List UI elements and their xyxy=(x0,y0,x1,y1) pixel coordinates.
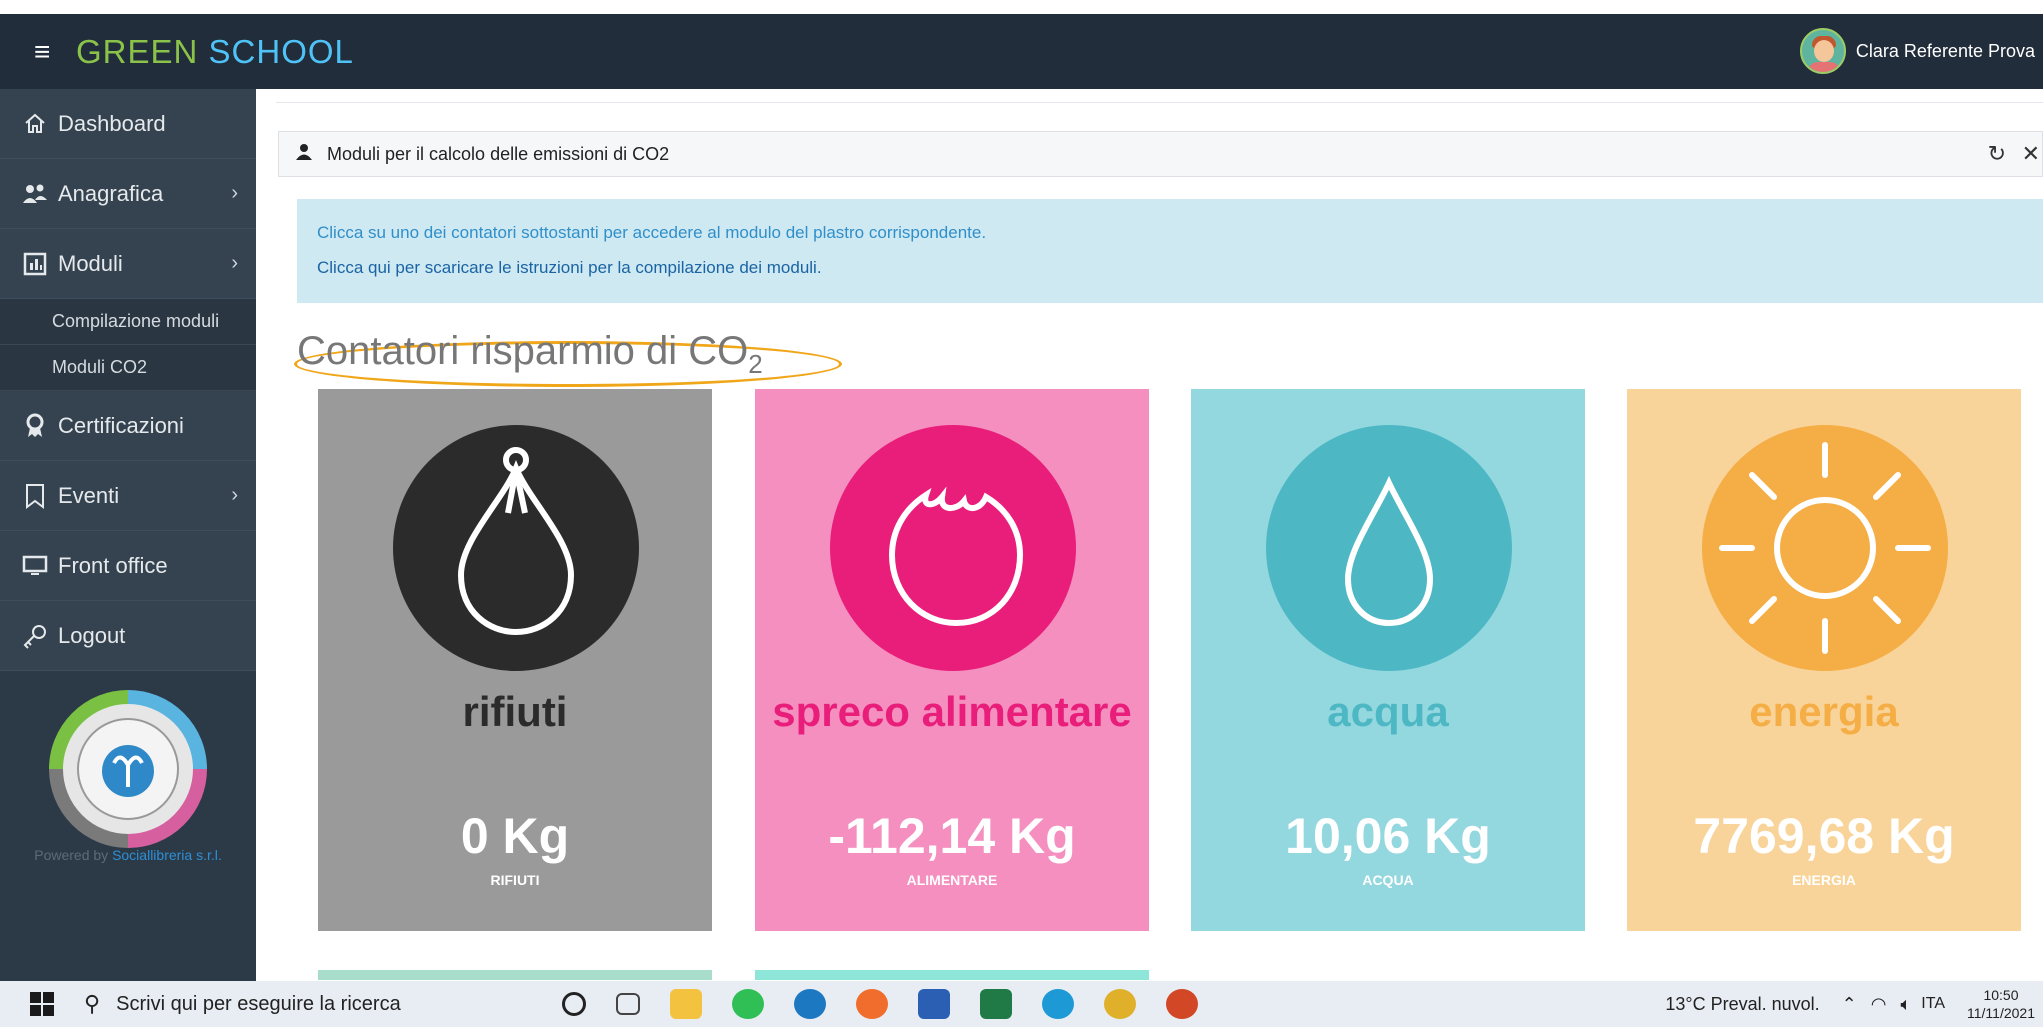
chart-icon xyxy=(22,251,48,277)
tray-chevron-up-icon[interactable]: ⌃ xyxy=(1842,994,1857,1015)
card-sub: ACQUA xyxy=(1362,872,1414,888)
app-header: ≡ GREEN SCHOOL Clara Referente Prova xyxy=(0,14,2043,89)
sidebar-item-compilazione-moduli[interactable]: Compilazione moduli xyxy=(0,299,256,345)
clock[interactable]: 10:50 11/11/2021 xyxy=(1967,986,2035,1022)
info-alert: Clicca su uno dei contatori sottostanti … xyxy=(297,199,2043,303)
firefox-icon[interactable] xyxy=(856,989,888,1019)
taskbar: ⚲ Scrivi qui per eseguire la ricerca 13°… xyxy=(0,981,2043,1027)
sidebar-item-moduli-co2[interactable]: Moduli CO2 xyxy=(0,345,256,391)
card-name: acqua xyxy=(1327,688,1449,735)
close-icon[interactable]: ✕ xyxy=(2022,141,2040,167)
whatsapp-icon[interactable] xyxy=(732,989,764,1019)
card-sub: RIFIUTI xyxy=(490,872,540,888)
counter-card-energia[interactable]: energia 7769,68 Kg ENERGIA xyxy=(1627,389,2021,931)
sidebar-item-logout[interactable]: Logout xyxy=(0,601,256,671)
counter-card-spreco-alimentare[interactable]: spreco alimentare -112,14 Kg ALIMENTARE xyxy=(755,389,1149,931)
language-indicator[interactable]: ITA xyxy=(1921,995,1945,1013)
monitor-icon xyxy=(22,553,48,579)
sidebar-item-dashboard[interactable]: Dashboard xyxy=(0,89,256,159)
chrome-icon[interactable] xyxy=(1104,989,1136,1019)
award-icon xyxy=(22,413,48,439)
chevron-right-icon: › xyxy=(231,252,238,274)
network-icon[interactable]: ◠ xyxy=(1871,994,1887,1015)
card-value: 10,06 Kg xyxy=(1285,808,1491,864)
card-value: 7769,68 Kg xyxy=(1693,808,1955,864)
edge-icon[interactable] xyxy=(1042,989,1074,1019)
sidebar-item-front-office[interactable]: Front office xyxy=(0,531,256,601)
card-value: 0 Kg xyxy=(460,808,570,864)
counter-card-rifiuti[interactable]: rifiuti 0 Kg RIFIUTI xyxy=(318,389,712,931)
water-drop-icon xyxy=(1266,425,1512,671)
counter-card-acqua[interactable]: acqua 10,06 Kg ACQUA xyxy=(1191,389,1585,931)
main-content: Moduli per il calcolo delle emissioni di… xyxy=(256,89,2043,981)
system-tray: 13°C Preval. nuvol. ⌃ ◠ 🔈︎ ITA 10:50 11/… xyxy=(1665,981,2043,1027)
sidebar: Dashboard Anagrafica › Moduli › Compilaz… xyxy=(0,89,256,981)
chevron-right-icon: › xyxy=(231,484,238,506)
card-name: energia xyxy=(1749,688,1899,735)
panel-title: Moduli per il calcolo delle emissioni di… xyxy=(327,143,670,164)
avatar xyxy=(1799,28,1846,74)
card-name: rifiuti xyxy=(462,688,568,735)
task-view-icon[interactable] xyxy=(616,993,640,1015)
sidebar-item-anagrafica[interactable]: Anagrafica › xyxy=(0,159,256,229)
powered-by: Powered by Sociallibreria s.r.l. xyxy=(34,847,222,863)
bookmark-icon xyxy=(22,483,48,509)
refresh-icon[interactable]: ↻ xyxy=(1988,141,2006,167)
weather-widget[interactable]: 13°C Preval. nuvol. xyxy=(1665,994,1819,1015)
users-icon xyxy=(22,181,48,207)
cookie-icon xyxy=(830,425,1076,671)
app-brand[interactable]: GREEN SCHOOL xyxy=(76,33,354,71)
volume-icon[interactable]: 🔈︎ xyxy=(1900,994,1911,1015)
panel-header: Moduli per il calcolo delle emissioni di… xyxy=(278,131,2043,177)
alert-text: Clicca su uno dei contatori sottostanti … xyxy=(317,223,987,242)
user-menu[interactable]: Clara Referente Prova xyxy=(1799,28,2035,74)
user-icon xyxy=(295,143,313,166)
card-name: spreco alimentare xyxy=(772,688,1132,735)
card-sub: ENERGIA xyxy=(1792,872,1856,888)
rifiuti-icon xyxy=(393,425,639,671)
partner-logo xyxy=(0,689,256,854)
sidebar-item-moduli[interactable]: Moduli › xyxy=(0,229,256,299)
home-icon xyxy=(22,111,48,137)
cortana-icon[interactable] xyxy=(562,992,586,1016)
chevron-right-icon: › xyxy=(231,182,238,204)
sun-icon xyxy=(1702,425,1948,671)
file-explorer-icon[interactable] xyxy=(670,989,702,1019)
taskbar-search[interactable]: ⚲ Scrivi qui per eseguire la ricerca xyxy=(84,981,401,1027)
sidebar-item-certificazioni[interactable]: Certificazioni xyxy=(0,391,256,461)
sidebar-item-eventi[interactable]: Eventi › xyxy=(0,461,256,531)
search-icon: ⚲ xyxy=(84,991,101,1016)
excel-icon[interactable] xyxy=(980,989,1012,1019)
key-icon xyxy=(22,623,48,649)
word-icon[interactable] xyxy=(918,989,950,1019)
card-value: -112,14 Kg xyxy=(828,808,1076,864)
user-name: Clara Referente Prova xyxy=(1855,40,2035,61)
next-card-stub xyxy=(755,970,1149,980)
windows-start-icon[interactable] xyxy=(30,992,54,1016)
menu-icon[interactable]: ≡ xyxy=(34,36,64,68)
card-sub: ALIMENTARE xyxy=(906,872,998,888)
breadcrumb xyxy=(276,89,2043,103)
powered-by-link[interactable]: Sociallibreria s.r.l. xyxy=(112,847,222,863)
chat-app-icon[interactable] xyxy=(794,989,826,1019)
powerpoint-icon[interactable] xyxy=(1166,989,1198,1019)
next-card-stub xyxy=(318,970,712,980)
instructions-link[interactable]: Clicca qui per scaricare le istruzioni p… xyxy=(317,258,822,278)
section-title: Contatori risparmio di CO2 xyxy=(297,329,763,379)
